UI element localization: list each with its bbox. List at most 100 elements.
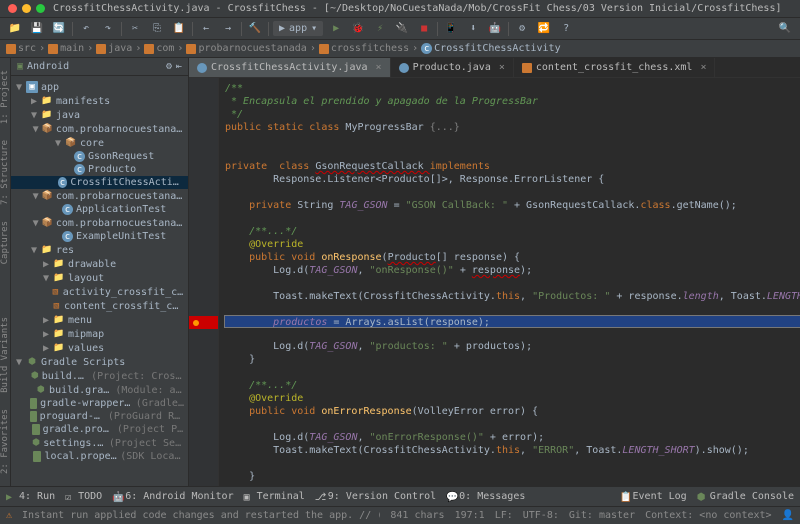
tree-node-gradle-file[interactable]: ⬢build.gradle (Module: app): [11, 383, 188, 397]
maximize-window-icon[interactable]: [36, 4, 45, 13]
tree-node-package[interactable]: ▼📦com.probarnocuestanada.crossfitches: [11, 189, 188, 203]
save-icon[interactable]: 💾: [28, 20, 46, 38]
tree-node-app[interactable]: ▼▣app: [11, 80, 188, 94]
project-panel-title: Android: [27, 61, 69, 72]
tree-node-res[interactable]: ▼📁res: [11, 243, 188, 257]
minimize-window-icon[interactable]: [22, 4, 31, 13]
tree-node-proguard-file[interactable]: proguard-rules.pro (ProGuard Rules for a: [11, 410, 188, 423]
folder-icon: [96, 44, 106, 54]
run-tab[interactable]: ▶4: Run: [6, 491, 55, 502]
editor-tab[interactable]: content_crossfit_chess.xml×: [514, 58, 716, 77]
copy-icon[interactable]: ⎘: [148, 20, 166, 38]
gradle-console-tab[interactable]: ⬢Gradle Console: [697, 491, 794, 502]
paste-icon[interactable]: 📋: [170, 20, 188, 38]
terminal-tab[interactable]: ▣Terminal: [244, 491, 305, 502]
favorites-tool-tab[interactable]: 2: Favorites: [0, 409, 10, 474]
tree-node-gradle-file[interactable]: ⬢build.gradle (Project: CrossfitChess): [11, 369, 188, 383]
close-tab-icon[interactable]: ×: [376, 62, 382, 73]
breadcrumb-item[interactable]: src: [6, 43, 36, 54]
close-tab-icon[interactable]: ×: [499, 62, 505, 73]
run-icon[interactable]: ▶: [327, 20, 345, 38]
tree-node-mipmap[interactable]: ▶📁mipmap: [11, 327, 188, 341]
close-window-icon[interactable]: [8, 4, 17, 13]
tree-node-props-file[interactable]: local.properties (SDK Location): [11, 450, 188, 463]
sync-gradle-icon[interactable]: 🔁: [535, 20, 553, 38]
sdk-manager-icon[interactable]: ⬇: [464, 20, 482, 38]
tree-node-props-file[interactable]: gradle-wrapper.properties (Gradle Versi: [11, 397, 188, 410]
redo-icon[interactable]: ↷: [99, 20, 117, 38]
cut-icon[interactable]: ✂: [126, 20, 144, 38]
tree-node-gradle-scripts[interactable]: ▼⬢Gradle Scripts: [11, 355, 188, 369]
code-editor[interactable]: /** * Encapsula el prendido y apagado de…: [189, 78, 800, 486]
breadcrumb-item[interactable]: probarnocuestanada: [186, 43, 306, 54]
event-log-tab[interactable]: 📋Event Log: [620, 491, 687, 502]
debug-icon[interactable]: 🐞: [349, 20, 367, 38]
close-tab-icon[interactable]: ×: [700, 62, 706, 73]
refresh-icon[interactable]: 🔄: [50, 20, 68, 38]
collapse-icon[interactable]: ⇤: [176, 61, 182, 72]
forward-icon[interactable]: →: [219, 20, 237, 38]
tree-node-layout[interactable]: ▼📁layout: [11, 271, 188, 285]
tree-node-props-file[interactable]: gradle.properties (Project Propert: [11, 423, 188, 436]
module-icon: ▣: [26, 81, 38, 93]
vcs-tab[interactable]: ⎇9: Version Control: [315, 491, 436, 502]
captures-tool-tab[interactable]: Captures: [0, 221, 10, 264]
status-context[interactable]: Context: <no context>: [645, 510, 771, 521]
tree-node-drawable[interactable]: ▶📁drawable: [11, 257, 188, 271]
gradle-icon: ⬢: [26, 356, 38, 368]
android-manager-icon[interactable]: 🤖: [486, 20, 504, 38]
back-icon[interactable]: ←: [197, 20, 215, 38]
apply-changes-icon[interactable]: ⚡: [371, 20, 389, 38]
tree-node-class[interactable]: cGsonRequest: [11, 150, 188, 163]
breadcrumb-item[interactable]: java: [96, 43, 132, 54]
tree-node-java[interactable]: ▼📁java: [11, 108, 188, 122]
search-everywhere-icon[interactable]: 🔍: [776, 20, 794, 38]
tree-node-class[interactable]: cCrossfitChessActivity: [11, 176, 188, 189]
messages-tab[interactable]: 💬0: Messages: [446, 491, 525, 502]
tree-node-package[interactable]: ▼📦com.probarnocuestanada.crossfitches: [11, 216, 188, 230]
tree-node-menu[interactable]: ▶📁menu: [11, 313, 188, 327]
status-git-branch[interactable]: Git: master: [569, 510, 635, 521]
tree-node-package[interactable]: ▼📦com.probarnocuestanada.crossfitches: [11, 122, 188, 136]
inspection-icon[interactable]: 👤: [782, 510, 794, 521]
tree-node-class[interactable]: cApplicationTest: [11, 203, 188, 216]
tree-node-class[interactable]: cExampleUnitTest: [11, 230, 188, 243]
status-line-ending[interactable]: LF:: [495, 510, 513, 521]
breadcrumb-item[interactable]: main: [48, 43, 84, 54]
breadcrumb-item[interactable]: cCrossfitChessActivity: [421, 43, 560, 54]
build-variants-tool-tab[interactable]: Build Variants: [0, 317, 10, 393]
run-config-select[interactable]: ▶ app ▾: [273, 21, 323, 36]
android-monitor-tab[interactable]: 🤖6: Android Monitor: [112, 491, 233, 502]
settings-icon[interactable]: ⚙: [166, 61, 172, 72]
tree-node-gradle-file[interactable]: ⬢settings.gradle (Project Settings): [11, 436, 188, 450]
structure-tool-tab[interactable]: 7: Structure: [0, 140, 10, 205]
project-panel-header[interactable]: ▣ Android ⚙ ⇤: [11, 58, 188, 76]
project-tree: ▼▣app ▶📁manifests ▼📁java ▼📦com.probarnoc…: [11, 76, 188, 486]
stop-icon[interactable]: ■: [415, 20, 433, 38]
breadcrumb-item[interactable]: com: [144, 43, 174, 54]
editor-tab[interactable]: Producto.java×: [391, 58, 514, 77]
editor-tab[interactable]: CrossfitChessActivity.java×: [189, 58, 391, 77]
undo-icon[interactable]: ↶: [77, 20, 95, 38]
avd-manager-icon[interactable]: 📱: [442, 20, 460, 38]
todo-tab[interactable]: ☑TODO: [65, 491, 102, 502]
status-encoding[interactable]: UTF-8:: [523, 510, 559, 521]
package-icon: 📦: [42, 217, 53, 229]
project-tool-tab[interactable]: 1: Project: [0, 70, 10, 124]
make-icon[interactable]: 🔨: [246, 20, 264, 38]
tree-node-class[interactable]: cProducto: [11, 163, 188, 176]
tree-node-values[interactable]: ▶📁values: [11, 341, 188, 355]
source-code[interactable]: /** * Encapsula el prendido y apagado de…: [219, 78, 800, 486]
folder-icon: 📁: [41, 95, 53, 107]
tree-node-xml-file[interactable]: ▧activity_crossfit_chess.xml: [11, 285, 188, 299]
tree-node-core[interactable]: ▼📦core: [11, 136, 188, 150]
help-icon[interactable]: ?: [557, 20, 575, 38]
tree-node-xml-file[interactable]: ▧content_crossfit_chess.xml: [11, 299, 188, 313]
breakpoint-icon[interactable]: [189, 316, 218, 329]
status-caret-pos[interactable]: 197:1: [455, 510, 485, 521]
project-structure-icon[interactable]: ⚙: [513, 20, 531, 38]
open-file-icon[interactable]: 📁: [6, 20, 24, 38]
attach-debugger-icon[interactable]: 🔌: [393, 20, 411, 38]
tree-node-manifests[interactable]: ▶📁manifests: [11, 94, 188, 108]
breadcrumb-item[interactable]: crossfitchess: [319, 43, 409, 54]
